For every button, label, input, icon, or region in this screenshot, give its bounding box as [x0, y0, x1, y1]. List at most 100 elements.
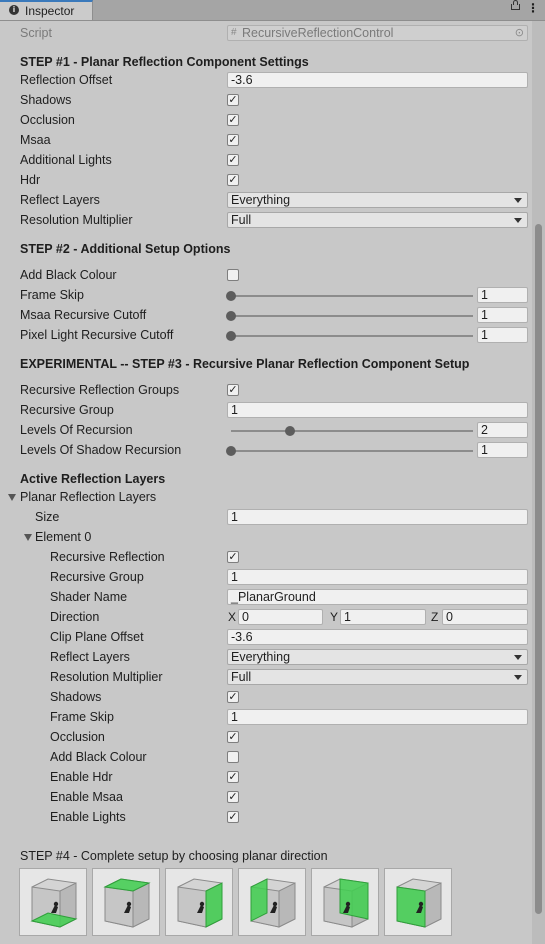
levels-of-recursion-slider-track[interactable] — [231, 430, 473, 432]
shadows-checkbox[interactable]: ✓ — [227, 94, 239, 106]
resolution-multiplier-dropdown[interactable]: Full — [227, 212, 528, 228]
info-icon: i — [9, 5, 19, 15]
e0-add-black-colour-checkbox[interactable] — [227, 751, 239, 763]
foldout-arrow-icon[interactable] — [24, 534, 32, 541]
msaa-label: Msaa — [20, 133, 51, 147]
reflect-layers-dropdown[interactable]: Everything — [227, 192, 528, 208]
msaa-recursive-cutoff-slider-knob[interactable] — [226, 311, 236, 321]
direction-button-front[interactable] — [384, 868, 452, 936]
frame-skip-label: Frame Skip — [20, 288, 84, 302]
direction-button-floor[interactable] — [19, 868, 87, 936]
pixel-light-recursive-cutoff-slider-track[interactable] — [231, 335, 473, 337]
frame-skip-field[interactable]: 1 — [477, 287, 528, 303]
e0-enable-lights-label: Enable Lights — [50, 810, 126, 824]
hdr-checkbox[interactable]: ✓ — [227, 174, 239, 186]
object-picker-icon[interactable]: ⊙ — [515, 26, 524, 40]
direction-button-back[interactable] — [311, 868, 379, 936]
e0-enable-lights-checkbox[interactable]: ✓ — [227, 811, 239, 823]
msaa-checkbox[interactable]: ✓ — [227, 134, 239, 146]
additional-lights-label: Additional Lights — [20, 153, 112, 167]
e0-shader-name-label: Shader Name — [50, 590, 128, 604]
direction-z-field[interactable]: 0 — [442, 609, 528, 625]
reflection-offset-field[interactable]: -3.6 — [227, 72, 528, 88]
add-black-colour-checkbox[interactable] — [227, 269, 239, 281]
e0-recursive-group-label: Recursive Group — [50, 570, 144, 584]
lock-icon[interactable] — [511, 0, 520, 10]
direction-button-top[interactable] — [92, 868, 160, 936]
e0-enable-msaa-checkbox[interactable]: ✓ — [227, 791, 239, 803]
levels-of-shadow-recursion-field[interactable]: 1 — [477, 442, 528, 458]
hdr-label: Hdr — [20, 173, 41, 187]
e0-reflect-layers-dropdown[interactable]: Everything — [227, 649, 528, 665]
pixel-light-recursive-cutoff-label: Pixel Light Recursive Cutoff — [20, 328, 174, 342]
tab-inspector-label: Inspector — [25, 4, 75, 18]
levels-of-recursion-label: Levels Of Recursion — [20, 423, 133, 437]
vertical-scrollbar[interactable] — [532, 21, 545, 944]
step3-header: EXPERIMENTAL -- STEP #3 - Recursive Plan… — [20, 357, 470, 371]
e0-shader-name-field[interactable]: _PlanarGround — [227, 589, 528, 605]
cube-floor-icon — [30, 878, 78, 928]
step1-header: STEP #1 - Planar Reflection Component Se… — [20, 55, 309, 69]
tab-inspector[interactable]: i Inspector — [0, 0, 93, 20]
msaa-recursive-cutoff-slider-track[interactable] — [231, 315, 473, 317]
e0-frame-skip-label: Frame Skip — [50, 710, 114, 724]
e0-enable-hdr-checkbox[interactable]: ✓ — [227, 771, 239, 783]
script-field[interactable]: # RecursiveReflectionControl ⊙ — [227, 25, 528, 41]
occlusion-label: Occlusion — [20, 113, 75, 127]
e0-frame-skip-field[interactable]: 1 — [227, 709, 528, 725]
frame-skip-slider-knob[interactable] — [226, 291, 236, 301]
dropdown-arrow-icon — [514, 675, 522, 680]
reflect-layers-label: Reflect Layers — [20, 193, 100, 207]
pixel-light-recursive-cutoff-field[interactable]: 1 — [477, 327, 528, 343]
direction-button-left[interactable] — [238, 868, 306, 936]
levels-of-shadow-recursion-slider-track[interactable] — [231, 450, 473, 452]
script-label: Script — [20, 26, 52, 40]
e0-occlusion-checkbox[interactable]: ✓ — [227, 731, 239, 743]
step4-header: STEP #4 - Complete setup by choosing pla… — [20, 849, 328, 863]
foldout-arrow-icon[interactable] — [8, 494, 16, 501]
occlusion-checkbox[interactable]: ✓ — [227, 114, 239, 126]
size-label: Size — [35, 510, 60, 524]
pixel-light-recursive-cutoff-slider-knob[interactable] — [226, 331, 236, 341]
e0-clip-plane-offset-label: Clip Plane Offset — [50, 630, 144, 644]
direction-x-field[interactable]: 0 — [238, 609, 323, 625]
add-black-colour-label: Add Black Colour — [20, 268, 117, 282]
reflect-layers-value: Everything — [231, 193, 291, 207]
direction-y-field[interactable]: 1 — [340, 609, 426, 625]
levels-of-recursion-slider-knob[interactable] — [285, 426, 295, 436]
additional-lights-checkbox[interactable]: ✓ — [227, 154, 239, 166]
element0-foldout[interactable]: Element 0 — [35, 530, 91, 544]
recursive-reflection-groups-checkbox[interactable]: ✓ — [227, 384, 239, 396]
e0-occlusion-label: Occlusion — [50, 730, 105, 744]
e0-recursive-group-field[interactable]: 1 — [227, 569, 528, 585]
kebab-menu-icon[interactable]: ⋮ — [527, 2, 539, 14]
e0-resolution-multiplier-dropdown[interactable]: Full — [227, 669, 528, 685]
inspector-tab-bar: i Inspector ⋮ — [0, 0, 545, 21]
dropdown-arrow-icon — [514, 655, 522, 660]
e0-enable-msaa-label: Enable Msaa — [50, 790, 123, 804]
scrollbar-thumb[interactable] — [535, 224, 542, 914]
planar-reflection-layers-foldout[interactable]: Planar Reflection Layers — [20, 490, 156, 504]
recursive-group-field[interactable]: 1 — [227, 402, 528, 418]
msaa-recursive-cutoff-field[interactable]: 1 — [477, 307, 528, 323]
dropdown-arrow-icon — [514, 198, 522, 203]
dropdown-arrow-icon — [514, 218, 522, 223]
e0-recursive-reflection-checkbox[interactable]: ✓ — [227, 551, 239, 563]
recursive-reflection-groups-label: Recursive Reflection Groups — [20, 383, 180, 397]
size-field[interactable]: 1 — [227, 509, 528, 525]
e0-clip-plane-offset-field[interactable]: -3.6 — [227, 629, 528, 645]
levels-of-recursion-field[interactable]: 2 — [477, 422, 528, 438]
script-value: RecursiveReflectionControl — [242, 26, 394, 40]
resolution-multiplier-label: Resolution Multiplier — [20, 213, 133, 227]
cube-front-icon — [396, 878, 442, 928]
e0-add-black-colour-label: Add Black Colour — [50, 750, 147, 764]
direction-x-label: X — [228, 610, 237, 624]
direction-button-right[interactable] — [165, 868, 233, 936]
frame-skip-slider-track[interactable] — [231, 295, 473, 297]
step2-header: STEP #2 - Additional Setup Options — [20, 242, 231, 256]
e0-shadows-checkbox[interactable]: ✓ — [227, 691, 239, 703]
e0-resolution-multiplier-value: Full — [231, 670, 252, 684]
levels-of-shadow-recursion-slider-knob[interactable] — [226, 446, 236, 456]
e0-direction-label: Direction — [50, 610, 100, 624]
active-reflection-layers-header: Active Reflection Layers — [20, 472, 166, 486]
